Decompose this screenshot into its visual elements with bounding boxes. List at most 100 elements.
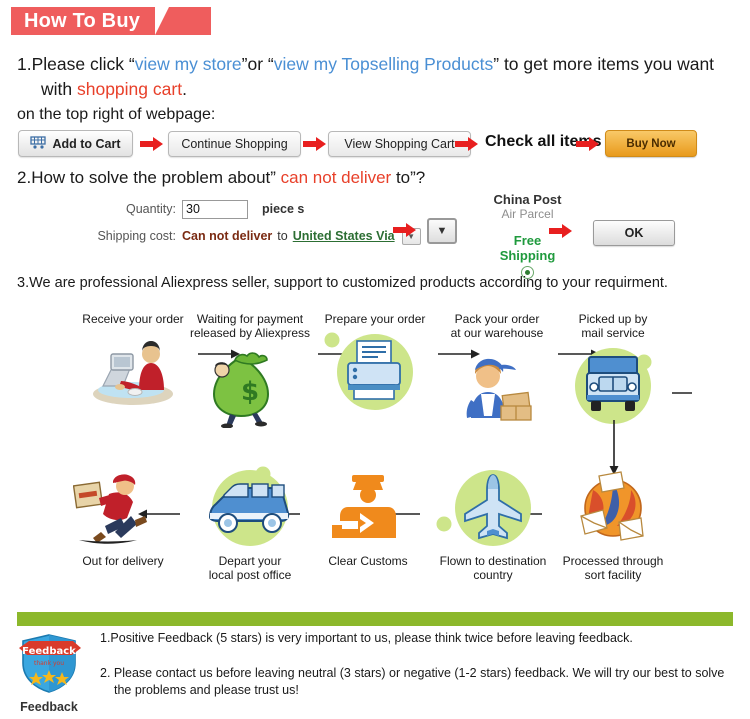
buy-now-button[interactable]: Buy Now xyxy=(605,130,697,157)
money-bag-icon: $ xyxy=(205,342,297,434)
running-courier-icon xyxy=(58,462,188,554)
view-shopping-cart-button[interactable]: View Shopping Cart xyxy=(328,131,471,157)
printer-icon xyxy=(310,326,440,418)
flow-node-flown: Flown to destination country xyxy=(428,462,558,582)
step-2-number: 2. xyxy=(17,168,32,187)
feedback-green-bar xyxy=(17,612,733,626)
carrier-name: China Post xyxy=(493,192,562,207)
step-1-number: 1. xyxy=(17,54,32,74)
flow-node-sort-facility: Processed through sort facility xyxy=(548,462,678,582)
quantity-input[interactable] xyxy=(182,199,248,219)
view-my-store-link[interactable]: view my store xyxy=(135,54,242,74)
arrow-6-icon xyxy=(549,223,573,239)
continue-shopping-label: Continue Shopping xyxy=(181,137,288,151)
delivery-truck-icon xyxy=(548,340,678,432)
quantity-label: Quantity: xyxy=(125,202,176,216)
flow-label-9: Processed through sort facility xyxy=(562,554,664,582)
flow-label-3: Pack your order at our warehouse xyxy=(450,312,544,340)
flow-label-4: Picked up by mail service xyxy=(578,312,648,340)
flow-dash-icon xyxy=(672,390,696,396)
add-to-cart-label: Add to Cart xyxy=(52,136,121,151)
flow-label-2: Prepare your order xyxy=(324,312,426,326)
page-title: How To Buy xyxy=(24,9,141,32)
step-1-line2-a: with xyxy=(41,79,77,99)
banner-notch xyxy=(155,7,169,35)
arrow-3-icon xyxy=(455,136,479,152)
airplane-icon xyxy=(428,462,558,554)
shipping-status-text: Can not deliver xyxy=(182,229,273,243)
view-shopping-cart-label: View Shopping Cart xyxy=(344,137,455,151)
feedback-shield-icon: Feedback thank you xyxy=(17,634,81,698)
feedback-badge: Feedback thank you Feedback xyxy=(13,632,85,714)
flow-node-picked-up: Picked up by mail service xyxy=(548,312,678,432)
step-1-text-a: Please click “ xyxy=(31,54,135,74)
person-at-computer-icon xyxy=(68,326,198,418)
green-blob-small xyxy=(324,332,340,348)
flow-node-prepare-order: Prepare your order xyxy=(310,312,440,418)
worker-packing-boxes-icon xyxy=(432,340,562,432)
feedback-line-1: 1.Positive Feedback (5 stars) is very im… xyxy=(100,631,633,645)
green-blob-small xyxy=(436,516,452,532)
shipping-word: Shipping xyxy=(499,248,556,263)
customs-officer-icon xyxy=(303,462,433,554)
svg-text:$: $ xyxy=(241,377,259,407)
shipping-to-word: to xyxy=(277,229,288,243)
flow-node-out-for-delivery: Out for delivery xyxy=(58,462,188,568)
flow-node-waiting-payment: Waiting for payment released by Aliexpres… xyxy=(185,312,315,340)
flow-label-6: Depart your local post office xyxy=(208,554,292,582)
page-header-banner: How To Buy xyxy=(11,7,211,35)
ok-button[interactable]: OK xyxy=(593,220,675,246)
shipping-cost-label: Shipping cost: xyxy=(97,229,176,243)
step-3-text: 3.We are professional Aliexpress seller,… xyxy=(17,275,668,291)
step-1-text-b: ”or “ xyxy=(241,54,274,74)
feedback-line-2a: 2. Please contact us before leaving neut… xyxy=(100,666,725,680)
feedback-line-2b: the problems and please trust us! xyxy=(114,683,299,697)
step-1-paragraph: 1.Please click “view my store”or “view m… xyxy=(17,52,741,102)
shipping-country-select[interactable]: United States Via xyxy=(293,229,395,243)
step-3-number: 3 xyxy=(17,275,26,291)
delivery-van-icon xyxy=(185,462,315,554)
shipping-process-flowchart: Receive your order Waiting for payment r… xyxy=(0,312,750,600)
step-2-heading: 2.How to solve the problem about” can no… xyxy=(17,168,425,188)
arrow-4-icon xyxy=(576,136,600,152)
step-3-body: .We are professional Aliexpress seller, … xyxy=(25,275,668,291)
shipping-form: Quantity: piece s Shipping cost: Can not… xyxy=(88,198,421,252)
flow-node-receive-order: Receive your order xyxy=(68,312,198,418)
add-to-cart-button[interactable]: Add to Cart xyxy=(18,130,133,157)
continue-shopping-button[interactable]: Continue Shopping xyxy=(168,131,301,157)
flow-node-depart-post-office: Depart your local post office xyxy=(185,462,315,582)
arrow-2-icon xyxy=(303,136,327,152)
view-topselling-products-link[interactable]: view my Topselling Products xyxy=(274,54,494,74)
feedback-line-2: 2. Please contact us before leaving neut… xyxy=(100,665,730,699)
quantity-row: Quantity: piece s xyxy=(88,198,421,220)
flow-node-clear-customs: Clear Customs xyxy=(303,462,433,568)
feedback-badge-caption: Feedback xyxy=(20,700,78,714)
flow-label-5: Out for delivery xyxy=(82,554,164,568)
feedback-text-block: 1.Positive Feedback (5 stars) is very im… xyxy=(100,630,730,699)
step-1-line-2: with shopping cart. xyxy=(41,77,741,102)
step-2-text-a: How to solve the problem about” xyxy=(31,168,281,187)
arrow-5-icon xyxy=(393,222,417,238)
flow-label-0: Receive your order xyxy=(82,312,184,326)
badge-ribbon-text: Feedback xyxy=(22,646,76,657)
top-right-of-webpage-note: on the top right of webpage: xyxy=(17,106,216,123)
can-not-deliver-text: can not deliver xyxy=(280,168,392,187)
globe-mail-icon xyxy=(548,462,678,554)
flow-label-7: Clear Customs xyxy=(328,554,408,568)
step-1-line2-b: . xyxy=(182,79,187,99)
money-bag-node: $ xyxy=(205,342,297,434)
buy-now-label: Buy Now xyxy=(626,137,676,150)
step-1-text-c: ” to get more items you want xyxy=(493,54,715,74)
how-to-buy-page: How To Buy 1.Please click “view my store… xyxy=(0,0,750,719)
free-word: Free xyxy=(513,233,542,248)
shipping-cost-row: Shipping cost: Can not deliver to United… xyxy=(88,225,421,247)
flow-label-8: Flown to destination country xyxy=(439,554,547,582)
carrier-service: Air Parcel xyxy=(501,207,554,221)
step-2-text-b: to”? xyxy=(391,168,426,187)
chevron-down-icon-large: ▼ xyxy=(436,225,448,237)
flow-label-1: Waiting for payment released by Aliexpres… xyxy=(189,312,311,340)
arrow-1-icon xyxy=(140,136,164,152)
flow-node-pack-order: Pack your order at our warehouse xyxy=(432,312,562,432)
shipping-dropdown-button[interactable]: ▼ xyxy=(427,218,457,244)
quantity-unit-label: piece s xyxy=(262,202,305,216)
